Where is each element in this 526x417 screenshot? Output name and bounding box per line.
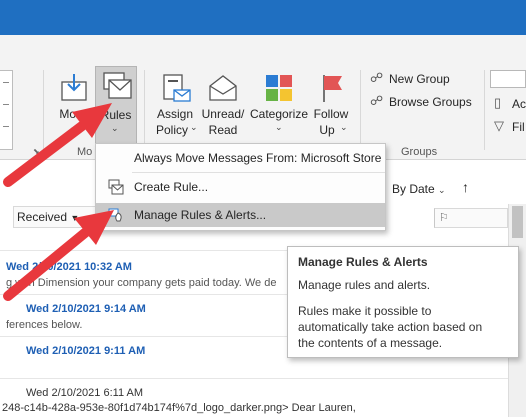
annotation-arrows-overlay	[3, 103, 114, 301]
red-arrow-to-manage-rules-icon	[3, 210, 114, 301]
red-arrow-to-rules-icon	[3, 103, 112, 187]
